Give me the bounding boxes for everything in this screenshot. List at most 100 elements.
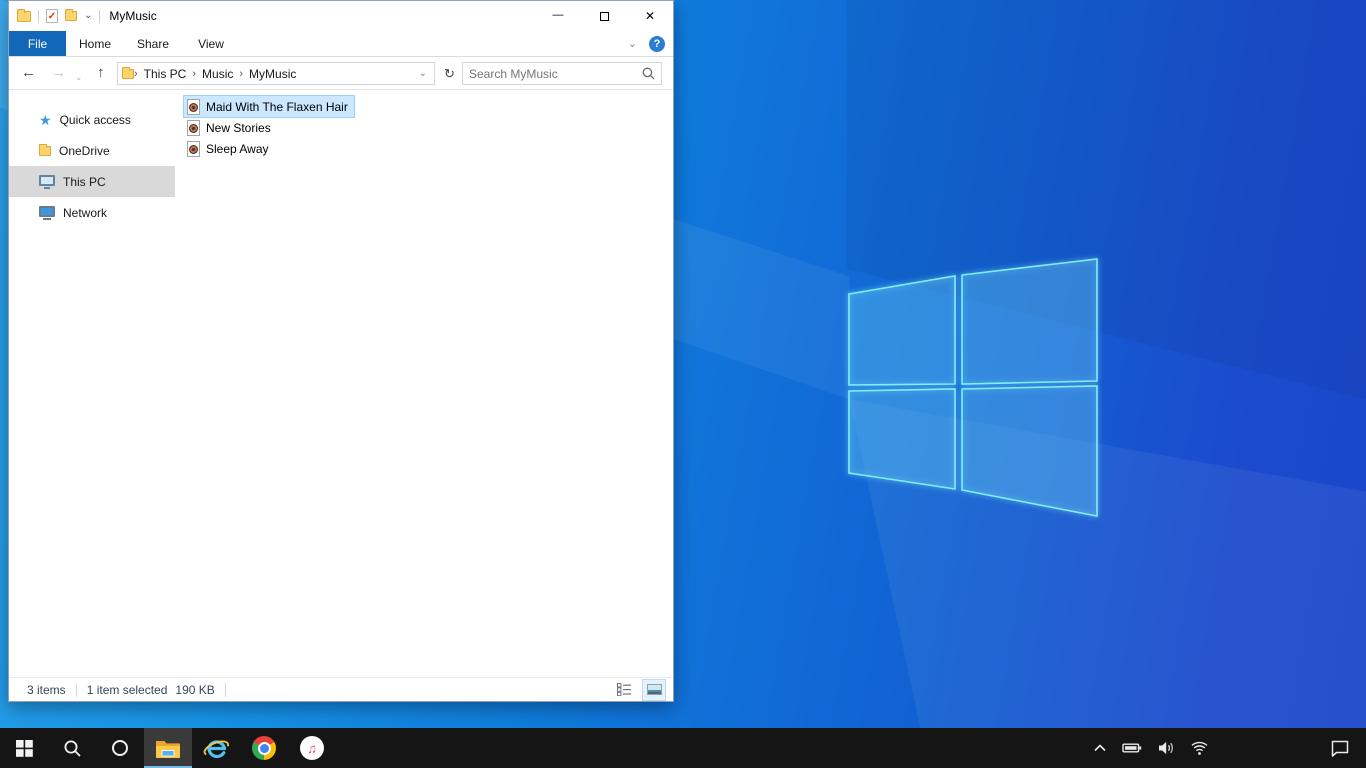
volume-tray-button[interactable] xyxy=(1157,740,1175,756)
file-list: Maid With The Flaxen Hair New Stories Sl… xyxy=(183,95,355,159)
details-view-button[interactable] xyxy=(613,680,635,700)
action-center-icon xyxy=(1331,740,1349,757)
file-name: New Stories xyxy=(206,120,271,135)
close-icon: ✕ xyxy=(644,9,656,23)
battery-tray-button[interactable] xyxy=(1122,741,1142,755)
maximize-button[interactable] xyxy=(581,1,627,31)
address-folder-icon xyxy=(122,66,134,79)
this-pc-monitor-icon xyxy=(39,174,55,189)
windows-logo-icon xyxy=(848,258,1098,517)
sidebar-item-label: Network xyxy=(63,205,108,220)
item-count: 3 items xyxy=(27,682,66,697)
status-bar: 3 items 1 item selected 190 KB xyxy=(9,677,673,701)
divider xyxy=(99,9,101,23)
sidebar-item-label: Quick access xyxy=(59,112,131,127)
file-name: Maid With The Flaxen Hair xyxy=(206,99,348,114)
speaker-icon xyxy=(1159,741,1173,755)
window-folder-icon xyxy=(17,8,31,22)
new-folder-icon[interactable] xyxy=(65,9,77,21)
internet-explorer-button[interactable] xyxy=(192,728,240,768)
audio-file-icon xyxy=(187,140,200,157)
sidebar-item-quick-access[interactable]: ★ Quick access xyxy=(9,104,175,135)
ribbon-right-controls: ⌄ ? xyxy=(628,31,673,56)
close-button[interactable]: ✕ xyxy=(627,1,673,31)
action-center-button[interactable] xyxy=(1330,728,1350,768)
address-bar[interactable]: › This PC › Music › MyMusic ⌄ xyxy=(117,62,435,85)
show-hidden-icons-button[interactable] xyxy=(1093,743,1107,753)
sidebar-item-network[interactable]: Network xyxy=(9,197,175,228)
thumbnail-view-button[interactable] xyxy=(642,678,666,701)
taskbar: ♫ xyxy=(0,728,1366,768)
divider xyxy=(224,682,226,697)
taskbar-search-button[interactable] xyxy=(48,728,96,768)
sidebar-item-this-pc[interactable]: This PC xyxy=(9,166,175,197)
sidebar-item-onedrive[interactable]: OneDrive xyxy=(9,135,175,166)
windows-start-icon xyxy=(15,739,33,757)
cortana-icon xyxy=(112,740,128,756)
titlebar[interactable]: ✓ ⌄ MyMusic — ✕ xyxy=(9,1,673,31)
itunes-button[interactable]: ♫ xyxy=(288,728,336,768)
minimize-button[interactable]: — xyxy=(535,1,581,31)
file-row[interactable]: Sleep Away xyxy=(184,138,275,159)
navigation-toolbar: ← → ⌄ ↑ › This PC › Music › MyMusic ⌄ ↻ xyxy=(9,57,673,90)
chevron-up-icon xyxy=(1094,744,1106,752)
tab-file[interactable]: File xyxy=(9,31,66,56)
file-explorer-icon xyxy=(156,740,180,758)
window-body: ★ Quick access OneDrive This PC Network xyxy=(9,90,673,677)
tab-view[interactable]: View xyxy=(182,31,240,56)
view-toggle-buttons xyxy=(613,678,673,701)
itunes-music-note-icon: ♫ xyxy=(300,736,324,760)
search-icon xyxy=(64,740,81,757)
file-explorer-window: ✓ ⌄ MyMusic — ✕ File Home Share View ⌄ ? xyxy=(8,0,674,702)
help-button[interactable]: ? xyxy=(649,35,665,52)
expand-ribbon-chevron-icon[interactable]: ⌄ xyxy=(628,37,637,50)
selection-size: 190 KB xyxy=(175,682,215,697)
properties-icon[interactable]: ✓ xyxy=(46,9,58,23)
tab-share[interactable]: Share xyxy=(124,31,182,56)
wifi-icon xyxy=(1191,741,1208,755)
cortana-button[interactable] xyxy=(96,728,144,768)
details-view-icon xyxy=(616,683,631,696)
breadcrumb-music[interactable]: Music xyxy=(196,67,239,81)
system-tray xyxy=(1093,728,1208,768)
file-explorer-taskbar-button[interactable] xyxy=(144,728,192,768)
maximize-icon xyxy=(599,11,609,21)
quick-access-star-icon: ★ xyxy=(39,111,52,128)
address-dropdown-chevron-icon[interactable]: ⌄ xyxy=(416,68,430,79)
screen: ✓ ⌄ MyMusic — ✕ File Home Share View ⌄ ? xyxy=(0,0,1366,768)
minimize-icon: — xyxy=(552,8,564,21)
breadcrumb-mymusic[interactable]: MyMusic xyxy=(243,67,302,81)
onedrive-folder-icon xyxy=(39,143,51,156)
search-box xyxy=(462,62,662,85)
search-input[interactable] xyxy=(463,66,642,81)
breadcrumb-this-pc[interactable]: This PC xyxy=(138,67,193,81)
internet-explorer-icon xyxy=(203,739,229,758)
recent-locations-chevron-icon[interactable]: ⌄ xyxy=(75,68,83,86)
thumbnail-view-icon xyxy=(646,684,662,695)
window-controls: — ✕ xyxy=(535,1,673,31)
search-icon[interactable] xyxy=(642,67,661,80)
chrome-button[interactable] xyxy=(240,728,288,768)
audio-file-icon xyxy=(187,98,200,115)
window-title: MyMusic xyxy=(109,9,157,23)
sidebar-item-label: OneDrive xyxy=(59,143,110,158)
refresh-button[interactable]: ↻ xyxy=(439,62,460,85)
selection-info: 1 item selected xyxy=(86,682,168,697)
back-button[interactable]: ← xyxy=(21,64,36,82)
network-icon xyxy=(39,205,55,220)
file-row[interactable]: Maid With The Flaxen Hair xyxy=(183,95,355,118)
file-row[interactable]: New Stories xyxy=(184,117,277,138)
start-button[interactable] xyxy=(0,728,48,768)
tab-home[interactable]: Home xyxy=(66,31,124,56)
sidebar-item-label: This PC xyxy=(63,174,106,189)
up-button[interactable]: ↑ xyxy=(97,64,105,82)
network-tray-button[interactable] xyxy=(1190,741,1208,756)
forward-button[interactable]: → xyxy=(51,64,66,82)
audio-file-icon xyxy=(187,119,200,136)
customize-toolbar-chevron-icon[interactable]: ⌄ xyxy=(84,11,92,21)
chrome-icon xyxy=(252,736,276,760)
divider xyxy=(75,682,77,697)
battery-icon xyxy=(1122,743,1142,753)
quick-access-toolbar: ✓ ⌄ MyMusic xyxy=(9,8,157,23)
file-name: Sleep Away xyxy=(206,141,269,156)
